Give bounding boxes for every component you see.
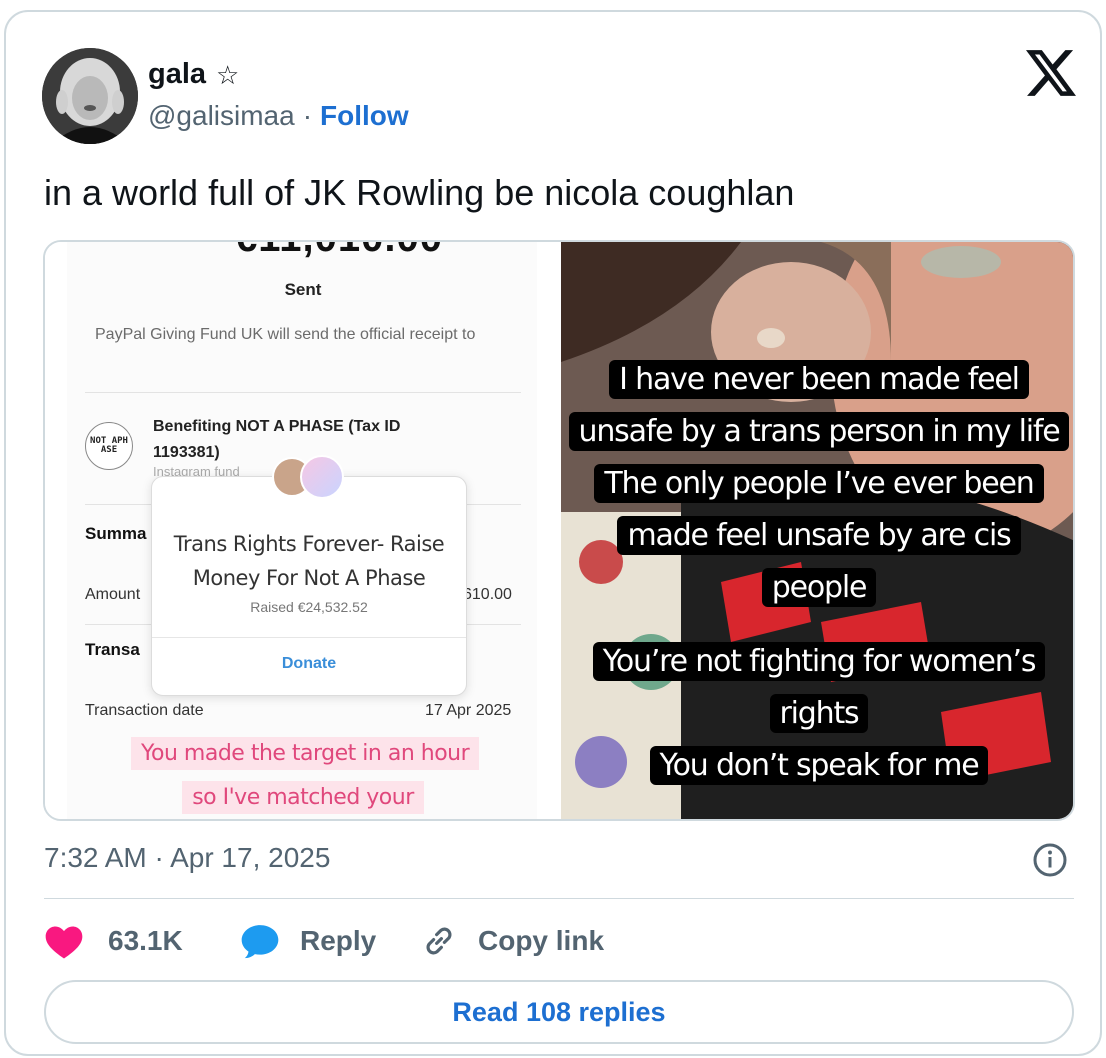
copy-link-button[interactable]: Copy link xyxy=(420,922,604,960)
reply-label: Reply xyxy=(300,925,377,956)
pink-caption: You made the target in an hour so I've m… xyxy=(131,732,480,819)
handle-row: @galisimaa · Follow xyxy=(148,100,409,132)
instagram-story-image[interactable]: I have never been made feel unsafe by a … xyxy=(561,242,1073,819)
story-line-8: You don’t speak for me xyxy=(649,746,989,785)
story-line-2: unsafe by a trans person in my life xyxy=(568,412,1070,451)
link-icon xyxy=(426,927,452,955)
star-outline-icon: ☆ xyxy=(216,59,240,90)
tweet-card: gala ☆ @galisimaa · Follow in a world fu… xyxy=(4,10,1102,1056)
like-count: 63.1K xyxy=(108,925,183,956)
transaction-date-value: 17 Apr 2025 xyxy=(425,702,512,719)
display-name[interactable]: gala xyxy=(148,58,206,91)
amount-label: Amount xyxy=(85,586,141,603)
fundraiser-avatar-2 xyxy=(300,455,344,499)
tweet-actions: 63.1K Reply Copy link xyxy=(44,920,604,962)
avatar[interactable] xyxy=(42,48,138,144)
x-logo-icon[interactable] xyxy=(1026,50,1076,96)
paypal-receipt-image[interactable]: €11,010.00 Sent PayPal Giving Fund UK wi… xyxy=(45,242,561,819)
reply-bubble-icon xyxy=(241,925,279,959)
fundraiser-avatars xyxy=(272,455,352,501)
sent-label: Sent xyxy=(284,280,322,299)
story-line-3: The only people I’ve ever been xyxy=(594,464,1044,503)
story-text: I have never been made feel unsafe by a … xyxy=(561,354,1073,792)
media-container[interactable]: €11,010.00 Sent PayPal Giving Fund UK wi… xyxy=(43,240,1075,821)
story-line-5: people xyxy=(761,568,877,607)
tweet-timestamp[interactable]: 7:32 AM · Apr 17, 2025 xyxy=(44,842,330,874)
reply-button[interactable]: Reply xyxy=(240,922,420,960)
transaction-date-label: Transaction date xyxy=(85,702,204,719)
actions-divider xyxy=(44,898,1074,899)
separator-dot: · xyxy=(302,100,313,131)
summary-heading: Summa xyxy=(85,524,147,543)
author-name-row: gala ☆ xyxy=(148,58,239,91)
pink-caption-text: You made the target in an hour so I've m… xyxy=(131,737,480,819)
donate-button: Donate xyxy=(281,655,337,672)
story-line-1: I have never been made feel xyxy=(609,360,1029,399)
tweet-text: in a world full of JK Rowling be nicola … xyxy=(44,172,795,213)
author-handle[interactable]: @galisimaa xyxy=(148,100,295,132)
org-logo-text: NOT APH ASE xyxy=(90,436,128,455)
fundraiser-title: Trans Rights Forever- Raise Money For No… xyxy=(173,532,445,590)
fundraiser-raised: Raised €24,532.52 xyxy=(250,599,368,615)
divider xyxy=(85,392,521,393)
transaction-heading: Transa xyxy=(85,640,140,659)
story-line-7: rights xyxy=(769,694,869,733)
info-icon[interactable] xyxy=(1032,842,1068,878)
fundraiser-popup: Trans Rights Forever- Raise Money For No… xyxy=(151,455,467,696)
amount-partial: €11,010.00 xyxy=(235,242,443,261)
popup-divider xyxy=(152,637,466,638)
heart-icon xyxy=(45,926,83,959)
like-button[interactable]: 63.1K xyxy=(44,922,240,960)
story-line-6: You’re not fighting for women’s xyxy=(592,642,1046,681)
avatar-image xyxy=(42,48,138,144)
story-gap xyxy=(561,614,1073,636)
read-replies-button[interactable]: Read 108 replies xyxy=(44,980,1074,1044)
receipt-text: PayPal Giving Fund UK will send the offi… xyxy=(95,326,476,343)
story-line-4: made feel unsafe by are cis xyxy=(617,516,1021,555)
follow-button[interactable]: Follow xyxy=(320,100,409,132)
copy-link-label: Copy link xyxy=(478,925,605,956)
amount-value: 610.00 xyxy=(463,586,512,603)
not-a-phase-logo-icon: NOT APH ASE xyxy=(85,422,133,470)
